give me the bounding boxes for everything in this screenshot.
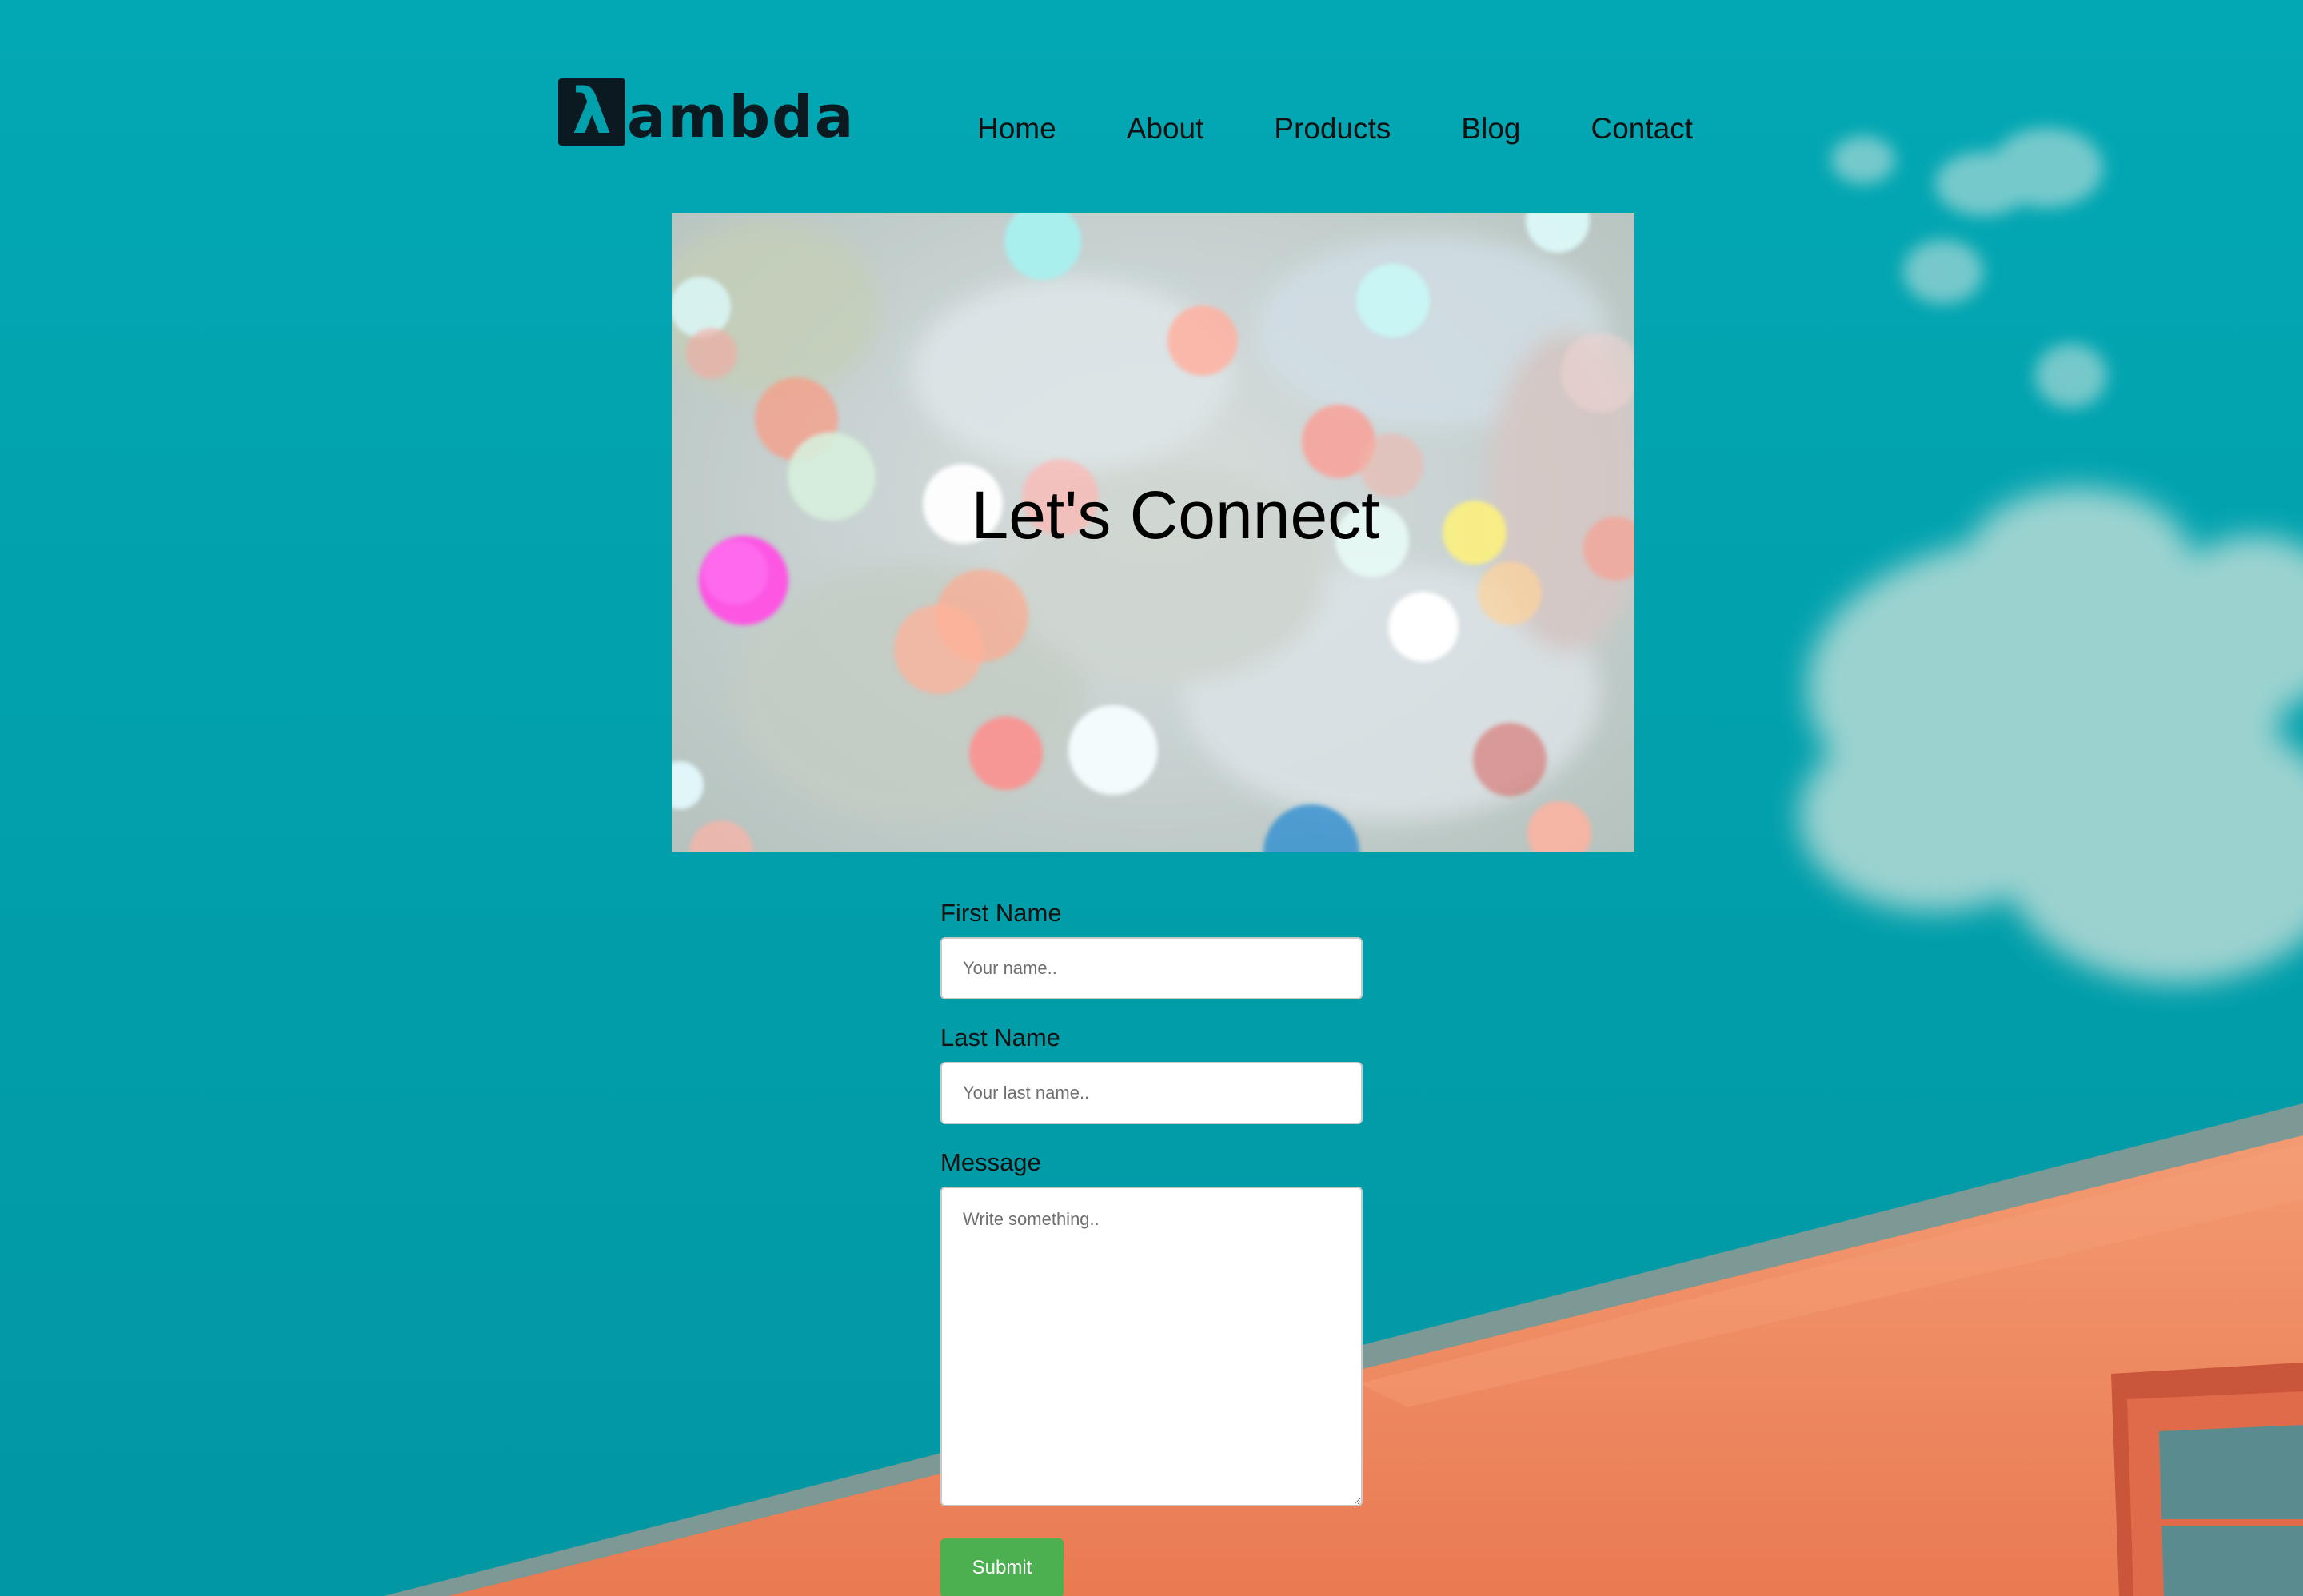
first-name-input[interactable] bbox=[940, 937, 1363, 999]
nav-item-products[interactable]: Products bbox=[1274, 112, 1391, 146]
window-illustration bbox=[2111, 1363, 2303, 1596]
nav-item-home[interactable]: Home bbox=[977, 112, 1056, 146]
nav-item-contact[interactable]: Contact bbox=[1591, 112, 1693, 146]
contact-form: First Name Last Name Message Submit bbox=[940, 899, 1363, 1596]
message-label: Message bbox=[940, 1148, 1041, 1176]
last-name-input[interactable] bbox=[940, 1062, 1363, 1124]
site-header: λ ambda Home About Products Blog Contact bbox=[0, 0, 2303, 192]
main-nav: Home About Products Blog Contact bbox=[977, 112, 1693, 146]
logo-text: ambda bbox=[627, 83, 856, 150]
first-name-label: First Name bbox=[940, 899, 1062, 927]
message-textarea[interactable] bbox=[940, 1187, 1363, 1506]
submit-button[interactable]: Submit bbox=[940, 1538, 1064, 1596]
nav-item-about[interactable]: About bbox=[1127, 112, 1204, 146]
nav-item-blog[interactable]: Blog bbox=[1461, 112, 1520, 146]
page-title: Let's Connect bbox=[971, 477, 1380, 553]
brand-logo[interactable]: λ ambda bbox=[558, 78, 855, 150]
hero-banner: Let's Connect bbox=[672, 213, 1634, 852]
lambda-icon: λ bbox=[558, 78, 625, 146]
last-name-label: Last Name bbox=[940, 1023, 1060, 1051]
